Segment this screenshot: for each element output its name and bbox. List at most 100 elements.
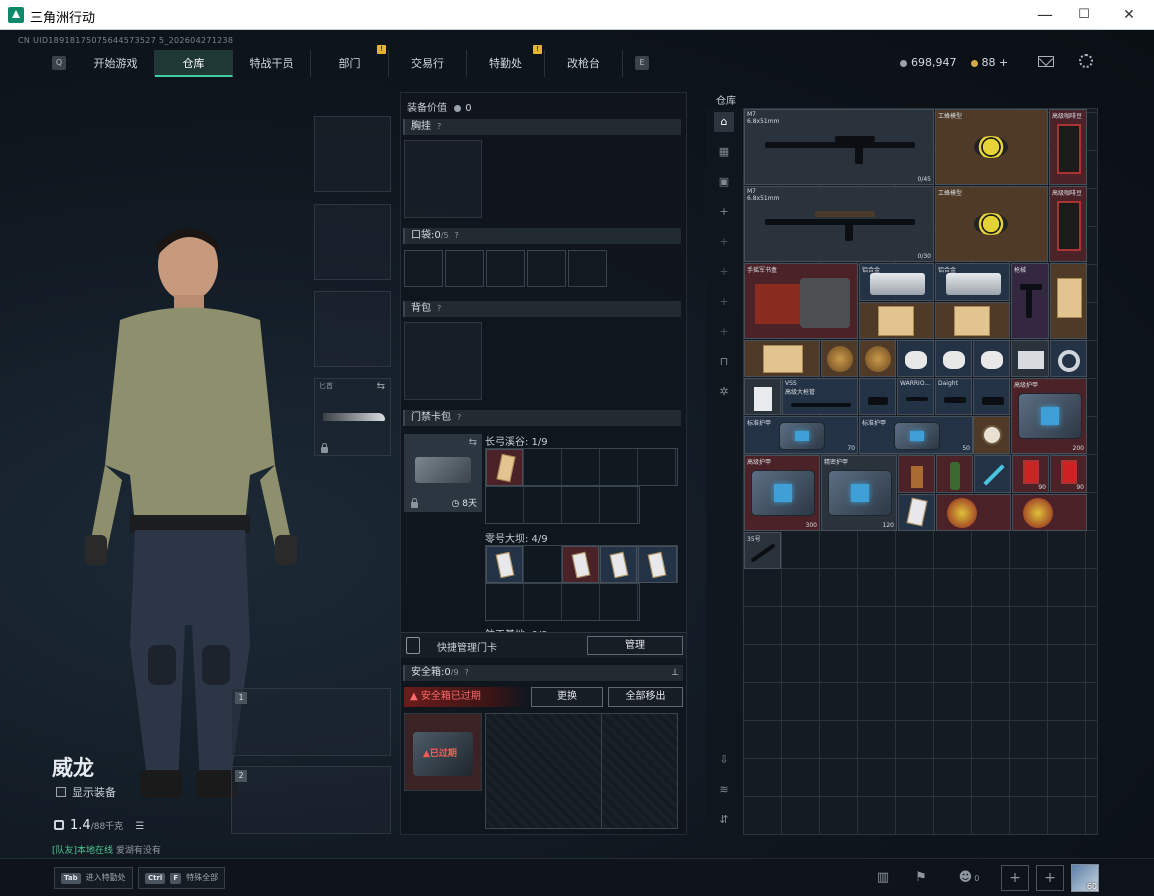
- backpack-slot[interactable]: [404, 322, 482, 400]
- tab-trade[interactable]: 交易行: [389, 50, 467, 77]
- warehouse-item-coin[interactable]: [859, 340, 896, 377]
- special-all-shortcut[interactable]: Ctrl F 特殊全部: [138, 867, 226, 889]
- warehouse-grid[interactable]: M7 6.8x51mm 0/45 工蜂模型 高级咖啡豆 M7 6.8x51mm …: [743, 108, 1098, 835]
- nav-prev-key[interactable]: Q: [52, 56, 66, 70]
- pocket-slot[interactable]: [568, 250, 607, 287]
- warehouse-item-medkit[interactable]: 90: [1050, 455, 1087, 493]
- warehouse-item-syringe[interactable]: [974, 455, 1011, 493]
- minimize-button[interactable]: —: [1035, 5, 1055, 25]
- primary-weapon-slot[interactable]: 1: [231, 688, 391, 756]
- warehouse-item-spool[interactable]: [744, 378, 781, 415]
- warehouse-item-bee-model[interactable]: 工蜂模型: [935, 186, 1048, 262]
- close-button[interactable]: ✕: [1119, 5, 1139, 25]
- warehouse-item-filter[interactable]: [973, 340, 1010, 377]
- pocket-slot[interactable]: [527, 250, 566, 287]
- warehouse-item-document[interactable]: [744, 340, 820, 377]
- add-tab-icon[interactable]: +: [714, 202, 734, 222]
- warehouse-item-standard-armor[interactable]: 标准护甲 70: [744, 416, 858, 454]
- keycard-row[interactable]: [485, 583, 640, 621]
- warehouse-item-barrel[interactable]: 35号: [744, 532, 781, 569]
- warehouse-item-gauge[interactable]: [973, 416, 1010, 454]
- chest-rig-slot[interactable]: [404, 140, 482, 218]
- layers-icon[interactable]: ≋: [714, 780, 734, 800]
- warehouse-item-warrior[interactable]: WARRIO...: [897, 378, 934, 415]
- help-icon[interactable]: ?: [437, 304, 441, 313]
- warehouse-item-candle[interactable]: [898, 455, 935, 493]
- warehouse-tab-icon[interactable]: ▣: [714, 172, 734, 192]
- list-icon[interactable]: ☰: [135, 821, 144, 832]
- keycard-item[interactable]: [486, 449, 523, 486]
- warehouse-item-precision-armor[interactable]: 精密护甲 120: [821, 455, 897, 531]
- tab-warehouse[interactable]: 仓库: [155, 50, 233, 77]
- warehouse-item-aluminum[interactable]: 铝合金: [935, 263, 1010, 301]
- warehouse-item-sight[interactable]: [859, 378, 896, 415]
- maximize-button[interactable]: ☐: [1074, 5, 1094, 25]
- warehouse-tab-icon[interactable]: ▦: [714, 142, 734, 162]
- help-icon[interactable]: ?: [457, 413, 461, 422]
- keycard-item[interactable]: [486, 546, 523, 583]
- pocket-slot[interactable]: [404, 250, 443, 287]
- warehouse-item-tape[interactable]: [1050, 340, 1087, 377]
- pin-icon[interactable]: ⊥: [671, 665, 679, 681]
- help-icon[interactable]: ?: [465, 668, 469, 677]
- helmet-slot[interactable]: [314, 116, 391, 192]
- warehouse-item-vss-barrel[interactable]: VSS 高级大枪管: [782, 378, 858, 415]
- warehouse-item-scope[interactable]: [973, 378, 1010, 415]
- help-icon[interactable]: ?: [455, 231, 459, 240]
- swap-icon[interactable]: ⇆: [377, 381, 385, 392]
- show-equip-toggle[interactable]: 显示装备: [56, 784, 116, 800]
- warehouse-item-standard-armor[interactable]: 标准护甲 50: [859, 416, 973, 454]
- tab-special-ops[interactable]: 特勤处!: [467, 45, 545, 77]
- pocket-slot[interactable]: [486, 250, 525, 287]
- add-gold-button[interactable]: +: [999, 56, 1008, 69]
- pocket-slot[interactable]: [445, 250, 484, 287]
- enter-special-ops-shortcut[interactable]: Tab 进入特勤处: [54, 867, 133, 889]
- replace-button[interactable]: 更换: [531, 687, 603, 707]
- pistol-slot[interactable]: [314, 291, 391, 367]
- warehouse-item-device[interactable]: [1011, 340, 1049, 377]
- warehouse-item-document[interactable]: [935, 302, 1010, 339]
- keycard-item[interactable]: [562, 546, 599, 583]
- warehouse-item-aluminum[interactable]: 铝合金: [859, 263, 934, 301]
- warehouse-item-coffee[interactable]: 高级咖啡豆: [1049, 186, 1087, 262]
- safebox-grid[interactable]: [485, 713, 678, 829]
- warehouse-item-document[interactable]: [859, 302, 934, 339]
- tab-start-game[interactable]: 开始游戏: [77, 50, 155, 77]
- warehouse-item-figure[interactable]: [1012, 494, 1087, 531]
- warehouse-item-rifle[interactable]: M7 6.8x51mm 0/30: [744, 186, 934, 262]
- keycard-item[interactable]: [600, 546, 637, 583]
- add-tab-icon[interactable]: +: [714, 262, 734, 282]
- secondary-weapon-slot[interactable]: 2: [231, 766, 391, 834]
- warehouse-item-coffee[interactable]: 高级咖啡豆: [1049, 109, 1087, 185]
- warehouse-item-medkit[interactable]: 90: [1012, 455, 1049, 493]
- warehouse-item-filter[interactable]: [935, 340, 972, 377]
- swap-icon[interactable]: ⇆: [469, 437, 477, 448]
- add-teammate-button[interactable]: +: [1036, 865, 1064, 891]
- warehouse-item-advanced-armor[interactable]: 高级护甲 300: [744, 455, 820, 531]
- add-teammate-button[interactable]: +: [1001, 865, 1029, 891]
- move-all-button[interactable]: 全部移出: [608, 687, 683, 707]
- armor-slot[interactable]: [314, 204, 391, 280]
- add-tab-icon[interactable]: +: [714, 292, 734, 312]
- keycard-case-slot[interactable]: ⇆ ◷ 8天: [404, 434, 482, 512]
- add-tab-icon[interactable]: +: [714, 322, 734, 342]
- warehouse-item-gun-part[interactable]: 枪械: [1011, 263, 1049, 339]
- warehouse-item-bottle[interactable]: [936, 455, 973, 493]
- warehouse-item-filter[interactable]: [897, 340, 934, 377]
- tab-department[interactable]: 部门!: [311, 45, 389, 77]
- mail-icon[interactable]: [1038, 56, 1054, 67]
- gear-icon[interactable]: [1079, 54, 1093, 68]
- warehouse-item-daight[interactable]: Daight: [935, 378, 972, 415]
- warehouse-item-coin[interactable]: [821, 340, 858, 377]
- warehouse-item-military-box[interactable]: 手摇军书盒: [744, 263, 858, 339]
- friends-button[interactable]: ☻ 0: [952, 867, 986, 889]
- tab-operators[interactable]: 特战干员: [233, 50, 311, 77]
- warehouse-item-advanced-armor[interactable]: 高级护甲 200: [1011, 378, 1087, 454]
- nav-next-key[interactable]: E: [635, 56, 649, 70]
- player-avatar[interactable]: 60: [1071, 864, 1099, 892]
- safebox-slot[interactable]: ▲已过期: [404, 713, 482, 791]
- sort-icon[interactable]: ⇩: [714, 750, 734, 770]
- manage-button[interactable]: 管理: [587, 636, 683, 655]
- keycard-row[interactable]: [485, 486, 640, 524]
- checkbox[interactable]: [56, 787, 66, 797]
